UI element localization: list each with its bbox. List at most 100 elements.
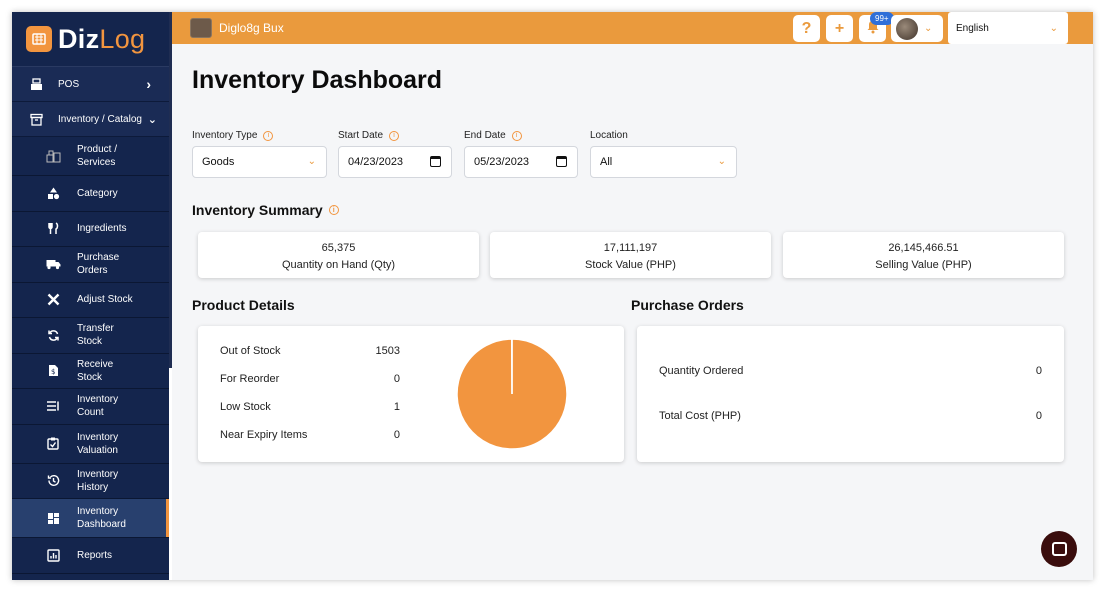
sidebar-item-inventory-valuation[interactable]: Inventory Valuation	[12, 425, 169, 464]
chat-support-button[interactable]	[1041, 531, 1077, 567]
chevron-down-icon: ⌄	[717, 156, 726, 167]
location-value: All	[600, 156, 613, 168]
start-date-label: Start Date i	[338, 130, 400, 141]
truck-icon	[45, 258, 61, 270]
start-date-input[interactable]: 04/23/2023	[338, 146, 452, 178]
purchase-order-row: Quantity Ordered 0	[659, 365, 1042, 377]
calendar-icon[interactable]	[556, 156, 567, 167]
location-label: Location	[590, 130, 628, 141]
top-bar: Diglo8g Bux ? + 99+ ⌄ English ⌄	[172, 12, 1093, 44]
row-label: For Reorder	[220, 373, 280, 385]
sidebar-item-purchase-orders[interactable]: Purchase Orders	[12, 247, 169, 283]
help-button[interactable]: ?	[793, 15, 820, 42]
summary-label: Quantity on Hand (Qty)	[281, 259, 396, 271]
summary-value: 26,145,466.51	[888, 242, 959, 254]
sync-icon	[45, 329, 61, 342]
history-icon	[45, 474, 61, 487]
info-icon[interactable]: i	[389, 130, 400, 141]
sidebar-item-receive-stock[interactable]: $ Receive Stock	[12, 354, 169, 389]
product-details-pie-chart	[456, 338, 568, 450]
summary-value: 65,375	[321, 242, 356, 254]
avatar	[896, 17, 918, 40]
user-menu[interactable]: ⌄	[891, 15, 943, 42]
svg-text:$: $	[51, 368, 55, 376]
product-detail-row: Near Expiry Items 0	[220, 429, 400, 441]
summary-label: Selling Value (PHP)	[875, 259, 972, 271]
chevron-down-icon: ⌄	[1049, 23, 1058, 34]
store-selector[interactable]: Diglo8g Bux	[190, 18, 284, 38]
sidebar-item-label: Inventory History	[77, 468, 119, 493]
cash-register-icon	[28, 77, 44, 91]
sidebar-item-label: Receive Stock	[77, 358, 114, 383]
sidebar-item-inventory-history[interactable]: Inventory History	[12, 464, 169, 499]
sidebar-item-adjust-stock[interactable]: Adjust Stock	[12, 283, 169, 318]
row-value: 0	[1035, 410, 1042, 422]
sidebar-item-ingredients[interactable]: Ingredients	[12, 212, 169, 247]
purchase-orders-title: Purchase Orders	[631, 297, 744, 313]
info-icon[interactable]: i	[511, 130, 522, 141]
sidebar-item-label: Ingredients	[77, 223, 127, 235]
chat-icon	[1051, 542, 1067, 556]
product-details-title: Product Details	[192, 297, 295, 313]
tools-icon	[45, 293, 61, 306]
app-window: DizLog POS › Inventory / Catalog ⌄ Produ…	[12, 12, 1093, 580]
language-value: English	[956, 22, 989, 34]
shapes-icon	[45, 187, 61, 200]
row-label: Quantity Ordered	[659, 365, 744, 377]
sidebar-item-label: POS	[58, 78, 80, 90]
row-value: 0	[393, 429, 400, 441]
product-detail-row: Out of Stock 1503	[220, 345, 400, 357]
product-detail-row: For Reorder 0	[220, 373, 400, 385]
sidebar-item-transfer-stock[interactable]: Transfer Stock	[12, 318, 169, 354]
sidebar-item-label: Inventory Count	[77, 394, 119, 419]
main-content: Inventory Dashboard Inventory Type i Good…	[172, 44, 1093, 580]
sidebar-item-label: Purchase Orders	[77, 252, 120, 277]
sidebar: DizLog POS › Inventory / Catalog ⌄ Produ…	[12, 12, 169, 580]
summary-label: Stock Value (PHP)	[585, 259, 676, 271]
page-title: Inventory Dashboard	[192, 66, 443, 94]
sidebar-item-product-services[interactable]: Product / Services	[12, 137, 169, 176]
list-count-icon	[45, 400, 61, 412]
end-date-input[interactable]: 05/23/2023	[464, 146, 578, 178]
report-chart-icon	[45, 549, 61, 562]
store-name: Diglo8g Bux	[219, 21, 284, 35]
location-select[interactable]: All ⌄	[590, 146, 737, 178]
inventory-type-label: Inventory Type i	[192, 130, 274, 141]
info-icon[interactable]: i	[263, 130, 274, 141]
end-date-label: End Date i	[464, 130, 522, 141]
dashboard-icon	[45, 512, 61, 525]
row-label: Total Cost (PHP)	[659, 410, 741, 422]
brand-logo[interactable]: DizLog	[12, 12, 169, 67]
calendar-icon[interactable]	[430, 156, 441, 167]
chevron-down-icon: ⌄	[924, 23, 933, 34]
sidebar-item-inventory-dashboard[interactable]: Inventory Dashboard	[12, 499, 169, 538]
row-value: 0	[393, 373, 400, 385]
help-icon: ?	[801, 19, 812, 37]
chevron-down-icon: ⌄	[147, 113, 157, 126]
sidebar-section-inventory-catalog[interactable]: Inventory / Catalog ⌄	[12, 102, 169, 137]
add-button[interactable]: +	[826, 15, 853, 42]
sidebar-item-category[interactable]: Category	[12, 176, 169, 212]
sidebar-item-inventory-count[interactable]: Inventory Count	[12, 389, 169, 425]
sidebar-item-label: Adjust Stock	[77, 294, 133, 306]
plus-icon: +	[834, 19, 845, 37]
inventory-type-select[interactable]: Goods ⌄	[192, 146, 327, 178]
brand-name: DizLog	[58, 23, 146, 54]
archive-box-icon	[28, 113, 44, 126]
language-select[interactable]: English ⌄	[948, 12, 1068, 44]
sidebar-item-reports[interactable]: Reports	[12, 538, 169, 574]
products-icon	[45, 150, 61, 163]
row-value: 0	[1035, 365, 1042, 377]
inventory-summary-title: Inventory Summary i	[192, 202, 339, 218]
sidebar-item-label: Inventory Dashboard	[77, 506, 126, 530]
summary-card-quantity: 65,375 Quantity on Hand (Qty)	[198, 232, 479, 278]
summary-card-stock-value: 17,111,197 Stock Value (PHP)	[490, 232, 771, 278]
row-label: Out of Stock	[220, 345, 281, 357]
sidebar-item-label: Inventory Valuation	[77, 431, 119, 456]
chevron-down-icon: ⌄	[307, 156, 316, 167]
sidebar-item-pos[interactable]: POS ›	[12, 67, 169, 102]
product-details-card: Out of Stock 1503 For Reorder 0 Low Stoc…	[198, 326, 624, 462]
row-value: 1503	[375, 345, 400, 357]
info-icon[interactable]: i	[328, 205, 339, 215]
end-date-value: 05/23/2023	[474, 156, 530, 168]
